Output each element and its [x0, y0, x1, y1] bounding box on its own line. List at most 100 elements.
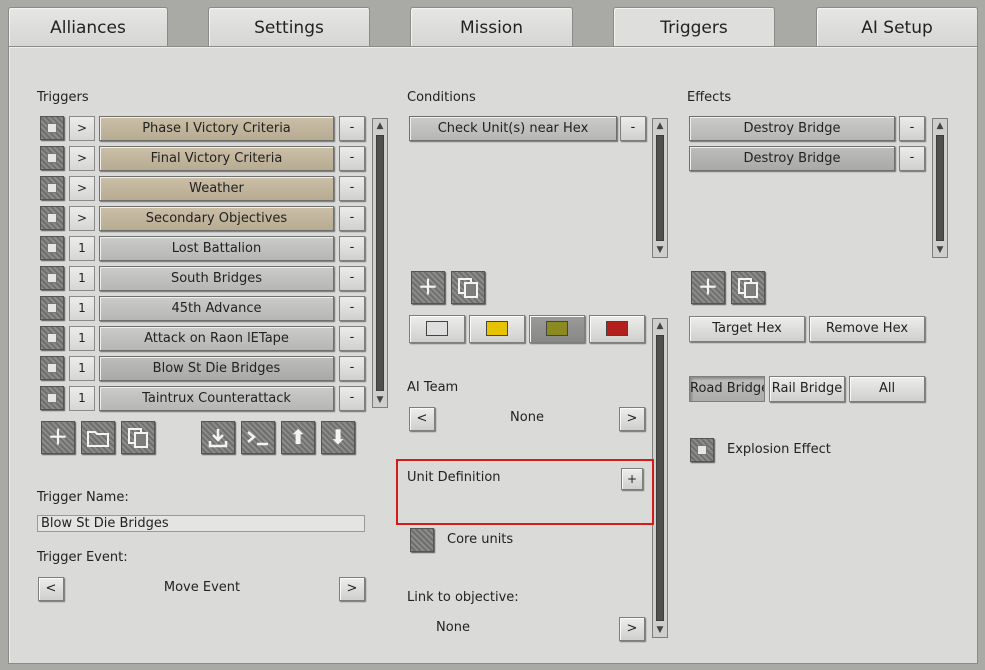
move-down-button[interactable]: ⬇ [321, 421, 355, 454]
trigger-repeat-marker[interactable]: > [69, 176, 95, 201]
add-condition-button[interactable]: ＋ [411, 271, 445, 304]
trigger-repeat-marker[interactable]: 1 [69, 326, 95, 351]
side-color-button[interactable] [589, 315, 645, 343]
ai-team-prev-button[interactable]: < [409, 407, 435, 431]
trigger-event-prev-button[interactable]: < [38, 577, 64, 601]
trigger-enable-checkbox[interactable] [40, 146, 64, 170]
trigger-enable-checkbox[interactable] [40, 206, 64, 230]
remove-trigger-button[interactable]: - [339, 116, 365, 141]
trigger-item[interactable]: Final Victory Criteria [99, 146, 334, 171]
ai-team-next-button[interactable]: > [619, 407, 645, 431]
scroll-track[interactable] [936, 135, 944, 241]
add-effect-button[interactable]: ＋ [691, 271, 725, 304]
tab-mission[interactable]: Mission [410, 7, 573, 47]
trigger-item[interactable]: Lost Battalion [99, 236, 334, 261]
checkbox-box [47, 303, 57, 313]
remove-trigger-button[interactable]: - [339, 326, 365, 351]
remove-condition-button[interactable]: - [620, 116, 646, 141]
remove-effect-button[interactable]: - [899, 146, 925, 171]
trigger-item[interactable]: 45th Advance [99, 296, 334, 321]
remove-trigger-button[interactable]: - [339, 266, 365, 291]
explosion-effect-checkbox[interactable] [690, 438, 714, 462]
import-button[interactable] [201, 421, 235, 454]
scroll-up-icon[interactable]: ▲ [653, 319, 667, 333]
scroll-down-icon[interactable]: ▼ [933, 243, 947, 257]
trigger-repeat-marker[interactable]: 1 [69, 386, 95, 411]
trigger-repeat-marker[interactable]: > [69, 206, 95, 231]
trigger-list-scrollbar[interactable]: ▲ ▼ [372, 118, 388, 408]
scroll-track[interactable] [376, 135, 384, 391]
console-button[interactable] [241, 421, 275, 454]
trigger-repeat-marker[interactable]: > [69, 116, 95, 141]
checkbox-box [697, 445, 707, 455]
effect-item[interactable]: Destroy Bridge [689, 146, 895, 171]
add-trigger-button[interactable]: ＋ [41, 421, 75, 454]
remove-trigger-button[interactable]: - [339, 356, 365, 381]
tab-ai-setup[interactable]: AI Setup [816, 7, 978, 47]
scroll-up-icon[interactable]: ▲ [373, 119, 387, 133]
move-up-button[interactable]: ⬆ [281, 421, 315, 454]
trigger-item[interactable]: Phase I Victory Criteria [99, 116, 334, 141]
scroll-down-icon[interactable]: ▼ [653, 243, 667, 257]
folder-button[interactable] [81, 421, 115, 454]
tab-triggers[interactable]: Triggers [613, 7, 775, 49]
trigger-repeat-marker[interactable]: 1 [69, 236, 95, 261]
scroll-up-icon[interactable]: ▲ [653, 119, 667, 133]
trigger-enable-checkbox[interactable] [40, 326, 64, 350]
effect-item[interactable]: Destroy Bridge [689, 116, 895, 141]
trigger-enable-checkbox[interactable] [40, 386, 64, 410]
trigger-repeat-marker[interactable]: > [69, 146, 95, 171]
effects-scrollbar[interactable]: ▲ ▼ [932, 118, 948, 258]
tab-alliances[interactable]: Alliances [8, 7, 168, 47]
condition-details-scrollbar[interactable]: ▲ ▼ [652, 318, 668, 638]
download-icon [208, 429, 228, 448]
copy-condition-button[interactable] [451, 271, 485, 304]
all-bridges-button[interactable]: All [849, 376, 925, 402]
trigger-enable-checkbox[interactable] [40, 296, 64, 320]
copy-effect-button[interactable] [731, 271, 765, 304]
trigger-event-next-button[interactable]: > [339, 577, 365, 601]
remove-trigger-button[interactable]: - [339, 236, 365, 261]
trigger-item[interactable]: Attack on Raon lETape [99, 326, 334, 351]
scroll-track[interactable] [656, 135, 664, 241]
trigger-enable-checkbox[interactable] [40, 176, 64, 200]
remove-trigger-button[interactable]: - [339, 146, 365, 171]
conditions-scrollbar[interactable]: ▲ ▼ [652, 118, 668, 258]
condition-item[interactable]: Check Unit(s) near Hex [409, 116, 617, 141]
scroll-down-icon[interactable]: ▼ [373, 393, 387, 407]
scroll-up-icon[interactable]: ▲ [933, 119, 947, 133]
remove-hex-button[interactable]: Remove Hex [809, 316, 925, 342]
side-color-button[interactable] [469, 315, 525, 343]
trigger-repeat-marker[interactable]: 1 [69, 356, 95, 381]
trigger-repeat-marker[interactable]: 1 [69, 296, 95, 321]
trigger-item[interactable]: South Bridges [99, 266, 334, 291]
core-units-checkbox[interactable] [410, 528, 434, 552]
tab-settings[interactable]: Settings [208, 7, 370, 47]
scroll-track[interactable] [656, 335, 664, 621]
remove-effect-button[interactable]: - [899, 116, 925, 141]
road-bridge-button[interactable]: Road Bridge [689, 376, 765, 402]
trigger-enable-checkbox[interactable] [40, 266, 64, 290]
link-objective-next-button[interactable]: > [619, 617, 645, 641]
folder-icon [87, 431, 109, 447]
remove-trigger-button[interactable]: - [339, 296, 365, 321]
remove-trigger-button[interactable]: - [339, 386, 365, 411]
rail-bridge-button[interactable]: Rail Bridge [769, 376, 845, 402]
trigger-enable-checkbox[interactable] [40, 116, 64, 140]
trigger-item[interactable]: Taintrux Counterattack [99, 386, 334, 411]
target-hex-button[interactable]: Target Hex [689, 316, 805, 342]
side-color-button[interactable] [409, 315, 465, 343]
remove-trigger-button[interactable]: - [339, 206, 365, 231]
trigger-item[interactable]: Weather [99, 176, 334, 201]
scroll-down-icon[interactable]: ▼ [653, 623, 667, 637]
trigger-enable-checkbox[interactable] [40, 236, 64, 260]
copy-trigger-button[interactable] [121, 421, 155, 454]
trigger-name-input[interactable]: Blow St Die Bridges [37, 515, 365, 532]
side-color-button[interactable] [529, 315, 585, 343]
trigger-enable-checkbox[interactable] [40, 356, 64, 380]
trigger-repeat-marker[interactable]: 1 [69, 266, 95, 291]
trigger-item[interactable]: Secondary Objectives [99, 206, 334, 231]
trigger-item[interactable]: Blow St Die Bridges [99, 356, 334, 381]
color-swatch [486, 321, 508, 336]
remove-trigger-button[interactable]: - [339, 176, 365, 201]
